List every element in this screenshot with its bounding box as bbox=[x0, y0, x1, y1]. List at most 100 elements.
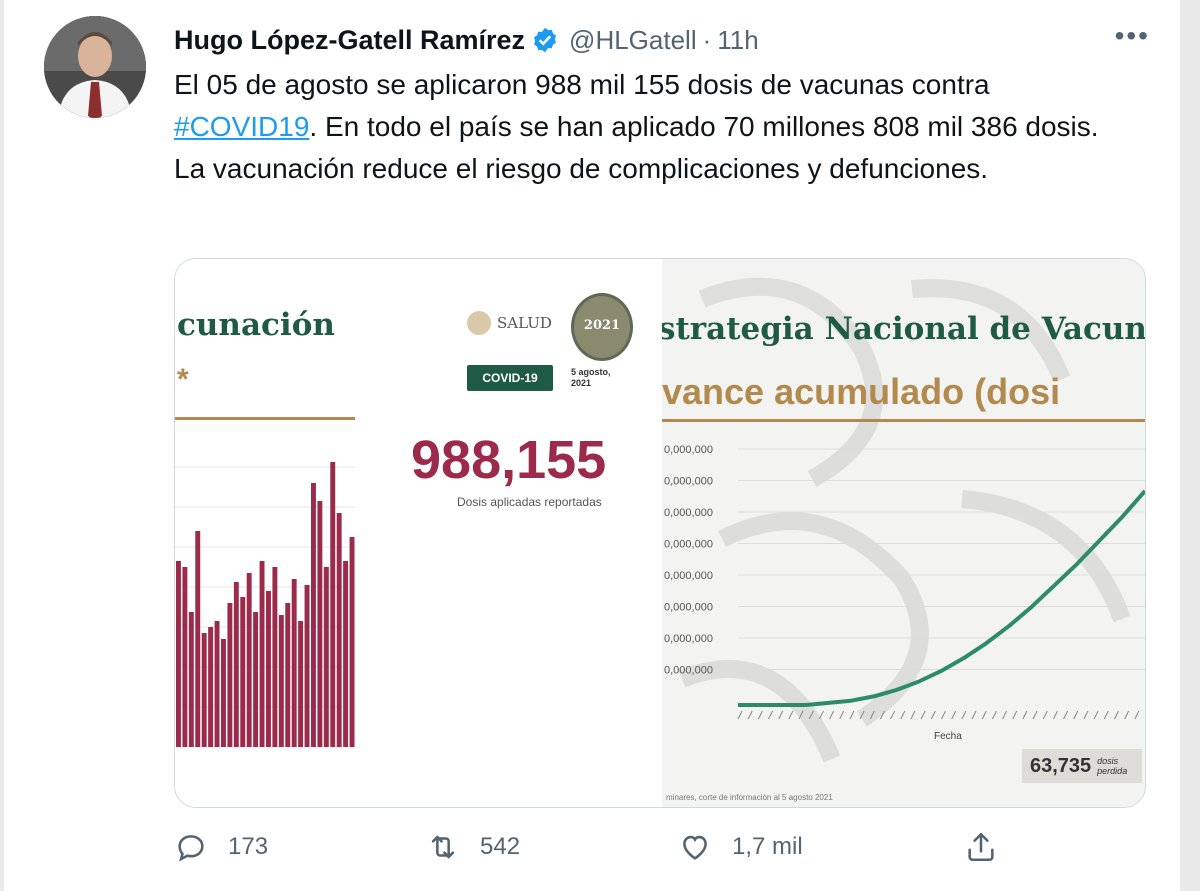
lost-doses-label-line2: perdida bbox=[1097, 766, 1128, 776]
x-tick-mark bbox=[1083, 710, 1089, 720]
tweet-card: Hugo López-Gatell Ramírez @HLGatell · 11… bbox=[4, 0, 1180, 891]
bar bbox=[233, 582, 239, 747]
bar bbox=[182, 567, 188, 747]
author-name[interactable]: Hugo López-Gatell Ramírez bbox=[174, 25, 525, 56]
x-tick-mark bbox=[829, 710, 835, 720]
slide-footer-note: minares, corte de información al 5 agost… bbox=[666, 793, 833, 802]
x-axis-label: Fecha bbox=[934, 731, 962, 742]
cumulative-line bbox=[738, 489, 1145, 707]
bar bbox=[253, 612, 259, 747]
bar bbox=[304, 585, 310, 747]
tweet-timestamp[interactable]: 11h bbox=[717, 25, 758, 56]
bar bbox=[246, 573, 252, 747]
author-handle[interactable]: @HLGatell bbox=[569, 25, 697, 56]
x-tick-mark bbox=[1134, 710, 1140, 720]
emblem-year: 2021 bbox=[583, 318, 621, 333]
slide-date-line2: 2021 bbox=[571, 378, 592, 388]
x-tick-mark bbox=[920, 710, 926, 720]
bar bbox=[188, 612, 194, 747]
tweet-text: El 05 de agosto se aplicaron 988 mil 155… bbox=[174, 64, 1134, 190]
retweet-icon bbox=[431, 835, 455, 859]
x-tick-mark bbox=[1032, 710, 1038, 720]
x-tick-mark bbox=[1052, 710, 1058, 720]
lost-doses-number: 63,735 bbox=[1030, 754, 1092, 777]
right-slide-title: strategia Nacional de Vacuna bbox=[662, 311, 1145, 347]
like-count: 1,7 mil bbox=[732, 833, 803, 860]
bar bbox=[311, 483, 316, 747]
tweet-text-part-1: El 05 de agosto se aplicaron 988 mil 155… bbox=[174, 69, 990, 100]
x-tick-mark bbox=[737, 710, 743, 720]
y-tick-label: 0,000,000 bbox=[664, 633, 713, 645]
x-tick-mark bbox=[1093, 710, 1099, 720]
salud-logo-text: SALUD bbox=[497, 314, 552, 332]
bar bbox=[259, 561, 265, 747]
bar bbox=[323, 567, 329, 747]
hashtag-link[interactable]: #COVID19 bbox=[174, 111, 309, 142]
x-tick-mark bbox=[849, 710, 855, 720]
avatar-photo bbox=[44, 16, 146, 118]
doses-caption: Dosis aplicadas reportadas bbox=[457, 495, 602, 509]
x-tick-mark bbox=[910, 710, 916, 720]
x-tick-mark bbox=[778, 710, 784, 720]
tweet-header: Hugo López-Gatell Ramírez @HLGatell · 11… bbox=[174, 20, 759, 60]
salud-logo: SALUD bbox=[467, 311, 552, 335]
x-tick-mark bbox=[768, 710, 773, 720]
y-tick-label: 0,000,000 bbox=[664, 570, 713, 582]
y-tick-label: 0,000,000 bbox=[664, 665, 713, 677]
x-tick-mark bbox=[981, 710, 987, 720]
bar bbox=[214, 621, 220, 747]
media-image-left[interactable]: cunación * SALUD 2021 COVID-19 5 agosto,… bbox=[175, 259, 660, 807]
covid-badge: COVID-19 bbox=[467, 365, 553, 391]
retweet-button[interactable]: 542 bbox=[426, 830, 520, 864]
right-slide-rule bbox=[662, 419, 1145, 422]
x-tick-mark bbox=[951, 710, 957, 720]
x-tick-mark bbox=[798, 710, 804, 720]
cumulative-doses-line-chart: 0,000,000 0,000,000 0,000,000 0,000,000 0,00… bbox=[664, 444, 1145, 720]
media-image-right[interactable]: strategia Nacional de Vacuna vance acumu… bbox=[662, 259, 1145, 807]
lost-doses-label: dosis perdida bbox=[1097, 756, 1127, 776]
like-button[interactable]: 1,7 mil bbox=[678, 830, 803, 864]
bar bbox=[291, 579, 297, 747]
bar bbox=[272, 567, 278, 747]
bar bbox=[330, 462, 336, 747]
reply-count: 173 bbox=[228, 833, 269, 860]
bar bbox=[285, 603, 291, 747]
x-tick-mark bbox=[1042, 710, 1048, 720]
salud-seal-icon bbox=[467, 311, 491, 335]
x-tick-mark bbox=[991, 710, 997, 720]
bar bbox=[240, 597, 246, 747]
reply-button[interactable]: 173 bbox=[174, 830, 268, 864]
x-tick-mark bbox=[757, 710, 763, 720]
share-button[interactable] bbox=[964, 830, 998, 864]
bar bbox=[195, 531, 201, 747]
x-tick-mark bbox=[1063, 710, 1069, 720]
right-slide-subtitle: vance acumulado (dosi bbox=[662, 371, 1061, 412]
x-tick-mark bbox=[971, 710, 977, 720]
emblem-2021-icon: 2021 bbox=[571, 293, 633, 361]
y-tick-label: 0,000,000 bbox=[664, 476, 713, 488]
x-tick-mark bbox=[869, 710, 875, 720]
x-tick-mark bbox=[890, 710, 896, 720]
x-tick-mark bbox=[900, 710, 906, 720]
x-tick-mark bbox=[1124, 710, 1130, 720]
x-tick-mark bbox=[1022, 710, 1028, 720]
doses-big-number: 988,155 bbox=[411, 430, 607, 490]
y-tick-label: 0,000,000 bbox=[664, 539, 713, 551]
x-tick-mark bbox=[818, 710, 824, 720]
x-tick-mark bbox=[930, 710, 936, 720]
header-separator: · bbox=[702, 24, 712, 55]
x-tick-mark bbox=[747, 710, 753, 720]
x-tick-mark bbox=[1114, 710, 1119, 720]
x-tick-mark bbox=[808, 710, 814, 720]
avatar[interactable] bbox=[44, 16, 146, 118]
tweet-text-part-2: . En todo el país se han aplicado 70 mil… bbox=[174, 111, 1099, 184]
y-tick-label: 0,000,000 bbox=[664, 602, 713, 614]
y-tick-label: 0,000,000 bbox=[664, 507, 713, 519]
lost-doses-box: 63,735 dosis perdida bbox=[1022, 749, 1142, 783]
left-slide-star: * bbox=[177, 363, 189, 396]
bar bbox=[298, 621, 304, 747]
tweet-actions: 173 542 1,7 mil bbox=[174, 830, 1014, 882]
media-container[interactable]: cunación * SALUD 2021 COVID-19 5 agosto,… bbox=[174, 258, 1146, 808]
more-options-button[interactable]: ••• bbox=[1115, 20, 1150, 52]
share-icon bbox=[968, 832, 994, 862]
